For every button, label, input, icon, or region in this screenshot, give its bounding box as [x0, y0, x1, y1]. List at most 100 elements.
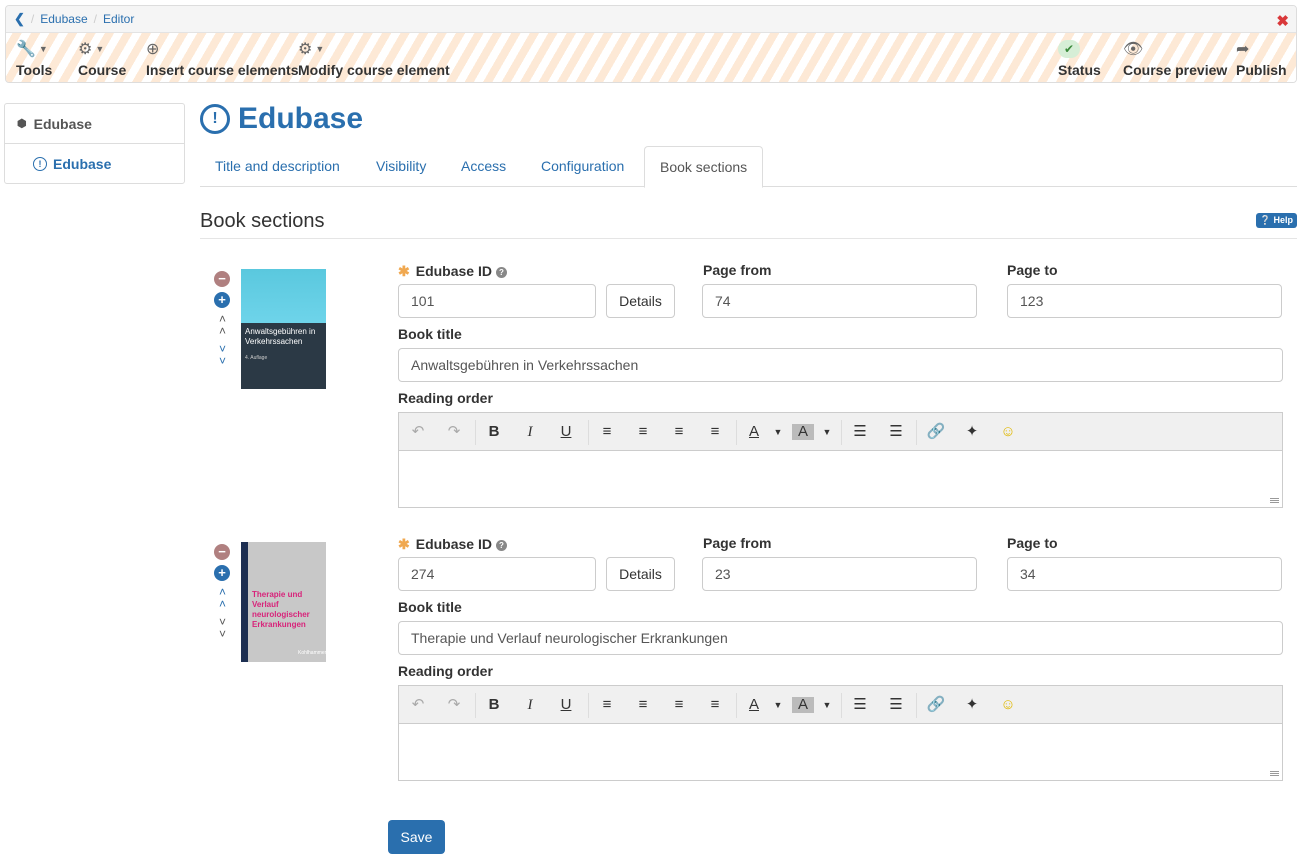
edubase-id-label: ✱ Edubase ID? — [398, 263, 507, 280]
redo-icon[interactable]: ↷ — [443, 695, 465, 715]
unlink-icon[interactable]: ✦ — [961, 422, 983, 442]
tree-item-edubase[interactable]: ! Edubase — [5, 144, 184, 184]
modify-element-button[interactable]: ⚙ ▼ Modify course element — [298, 39, 450, 78]
bullet-list-icon[interactable]: ☰ — [849, 695, 871, 715]
bullet-list-icon[interactable]: ☰ — [849, 422, 871, 442]
move-down-icon[interactable]: ˅ ˅ — [214, 616, 231, 640]
page-from-label: Page from — [703, 535, 772, 551]
help-icon[interactable]: ? — [495, 540, 507, 551]
underline-icon[interactable]: U — [555, 695, 577, 715]
align-justify-icon[interactable]: ≡ — [596, 422, 618, 442]
numbered-list-icon[interactable]: ☰ — [885, 422, 907, 442]
align-right-icon[interactable]: ≡ — [632, 695, 654, 715]
tools-button[interactable]: 🔧 ▼ Tools — [16, 39, 52, 78]
tab-access[interactable]: Access — [446, 146, 521, 187]
course-tree: ⬢ Edubase ! Edubase — [4, 103, 185, 184]
book-cover: Therapie und Verlauf neurologischer Erkr… — [241, 542, 326, 662]
status-button[interactable]: ✔ Status — [1058, 39, 1101, 78]
details-button[interactable]: Details — [606, 284, 675, 318]
tab-configuration[interactable]: Configuration — [526, 146, 639, 187]
move-up-icon[interactable]: ˄ ˄ — [214, 586, 231, 610]
link-icon[interactable]: 🔗 — [925, 695, 947, 715]
plus-circle-icon: ⊕ — [146, 41, 160, 58]
page-from-input[interactable]: 23 — [702, 557, 977, 591]
align-right-icon[interactable]: ≡ — [632, 422, 654, 442]
publish-button[interactable]: ➦ Publish — [1236, 39, 1287, 78]
text-color-icon[interactable]: A — [743, 695, 765, 715]
details-button[interactable]: Details — [606, 557, 675, 591]
save-button[interactable]: Save — [388, 820, 445, 854]
remove-icon[interactable]: − — [214, 271, 230, 287]
caret-down-icon[interactable]: ▼ — [767, 695, 789, 715]
tab-visibility[interactable]: Visibility — [361, 146, 441, 187]
bg-color-icon[interactable]: A — [792, 424, 814, 440]
book-title-input[interactable]: Anwaltsgebühren in Verkehrssachen — [398, 348, 1283, 382]
resize-handle[interactable] — [1270, 770, 1279, 777]
help-button[interactable]: ❔ Help — [1255, 213, 1297, 228]
close-icon[interactable]: ✖ — [1276, 12, 1289, 30]
resize-handle[interactable] — [1270, 497, 1279, 504]
eye-icon: 👁 — [1123, 41, 1144, 58]
course-preview-button[interactable]: 👁 Course preview — [1123, 39, 1227, 78]
back-icon[interactable]: ❮ — [14, 11, 25, 27]
undo-icon[interactable]: ↶ — [407, 695, 429, 715]
page-to-input[interactable]: 34 — [1007, 557, 1282, 591]
italic-icon[interactable]: I — [519, 695, 541, 715]
gear-icon: ⚙ — [298, 41, 313, 58]
course-button[interactable]: ⚙ ▼ Course — [78, 39, 126, 78]
reading-order-editor[interactable]: ↶ ↷ B I U ≡ ≡ ≡ ≡ A ▼ A ▼ ☰ ☰ 🔗 ✦ ☺ — [398, 412, 1283, 508]
bold-icon[interactable]: B — [483, 422, 505, 442]
caret-down-icon[interactable]: ▼ — [816, 695, 838, 715]
align-center-icon[interactable]: ≡ — [668, 695, 690, 715]
breadcrumb-edubase[interactable]: Edubase — [40, 12, 87, 26]
link-icon[interactable]: 🔗 — [925, 422, 947, 442]
remove-icon[interactable]: − — [214, 544, 230, 560]
undo-icon[interactable]: ↶ — [407, 422, 429, 442]
page-from-input[interactable]: 74 — [702, 284, 977, 318]
top-toolbar: ❮ / Edubase / Editor ✖ 🔧 ▼ Tools ⚙ ▼ Course ⊕ I… — [5, 5, 1297, 83]
page-to-label: Page to — [1007, 535, 1058, 551]
caret-down-icon[interactable]: ▼ — [767, 422, 789, 442]
row-controls: − + ˄ ˄ ˅ ˅ — [214, 544, 231, 646]
book-title-label: Book title — [398, 599, 462, 615]
section-heading: Book sections ❔ Help — [200, 210, 1297, 239]
page-to-input[interactable]: 123 — [1007, 284, 1282, 318]
align-center-icon[interactable]: ≡ — [668, 422, 690, 442]
tab-book-sections[interactable]: Book sections — [644, 146, 764, 188]
reading-order-label: Reading order — [398, 663, 493, 679]
tree-root[interactable]: ⬢ Edubase — [5, 104, 184, 144]
add-icon[interactable]: + — [214, 565, 230, 581]
bold-icon[interactable]: B — [483, 695, 505, 715]
italic-icon[interactable]: I — [519, 422, 541, 442]
redo-icon[interactable]: ↷ — [443, 422, 465, 442]
edubase-icon: ! — [200, 104, 230, 134]
insert-elements-button[interactable]: ⊕ Insert course elements — [146, 39, 299, 78]
align-left-icon[interactable]: ≡ — [704, 695, 726, 715]
edubase-icon: ! — [33, 157, 47, 171]
numbered-list-icon[interactable]: ☰ — [885, 695, 907, 715]
text-color-icon[interactable]: A — [743, 422, 765, 442]
move-down-icon[interactable]: ˅ ˅ — [214, 343, 231, 367]
add-icon[interactable]: + — [214, 292, 230, 308]
align-left-icon[interactable]: ≡ — [704, 422, 726, 442]
emoji-icon[interactable]: ☺ — [997, 695, 1019, 715]
wrench-icon: 🔧 — [16, 41, 36, 58]
align-justify-icon[interactable]: ≡ — [596, 695, 618, 715]
bg-color-icon[interactable]: A — [792, 697, 814, 713]
reading-order-label: Reading order — [398, 390, 493, 406]
emoji-icon[interactable]: ☺ — [997, 422, 1019, 442]
underline-icon[interactable]: U — [555, 422, 577, 442]
breadcrumb: ❮ / Edubase / Editor — [6, 6, 1296, 33]
edubase-id-input[interactable]: 101 — [398, 284, 596, 318]
breadcrumb-editor[interactable]: Editor — [103, 12, 134, 26]
reading-order-editor[interactable]: ↶ ↷ B I U ≡ ≡ ≡ ≡ A ▼ A ▼ ☰ ☰ 🔗 ✦ ☺ — [398, 685, 1283, 781]
unlink-icon[interactable]: ✦ — [961, 695, 983, 715]
move-up-icon[interactable]: ˄ ˄ — [214, 313, 231, 337]
edubase-id-input[interactable]: 274 — [398, 557, 596, 591]
page-to-label: Page to — [1007, 262, 1058, 278]
tab-title-description[interactable]: Title and description — [200, 146, 355, 187]
help-icon[interactable]: ? — [495, 267, 507, 278]
row-controls: − + ˄ ˄ ˅ ˅ — [214, 271, 231, 373]
caret-down-icon[interactable]: ▼ — [816, 422, 838, 442]
book-title-input[interactable]: Therapie und Verlauf neurologischer Erkr… — [398, 621, 1283, 655]
